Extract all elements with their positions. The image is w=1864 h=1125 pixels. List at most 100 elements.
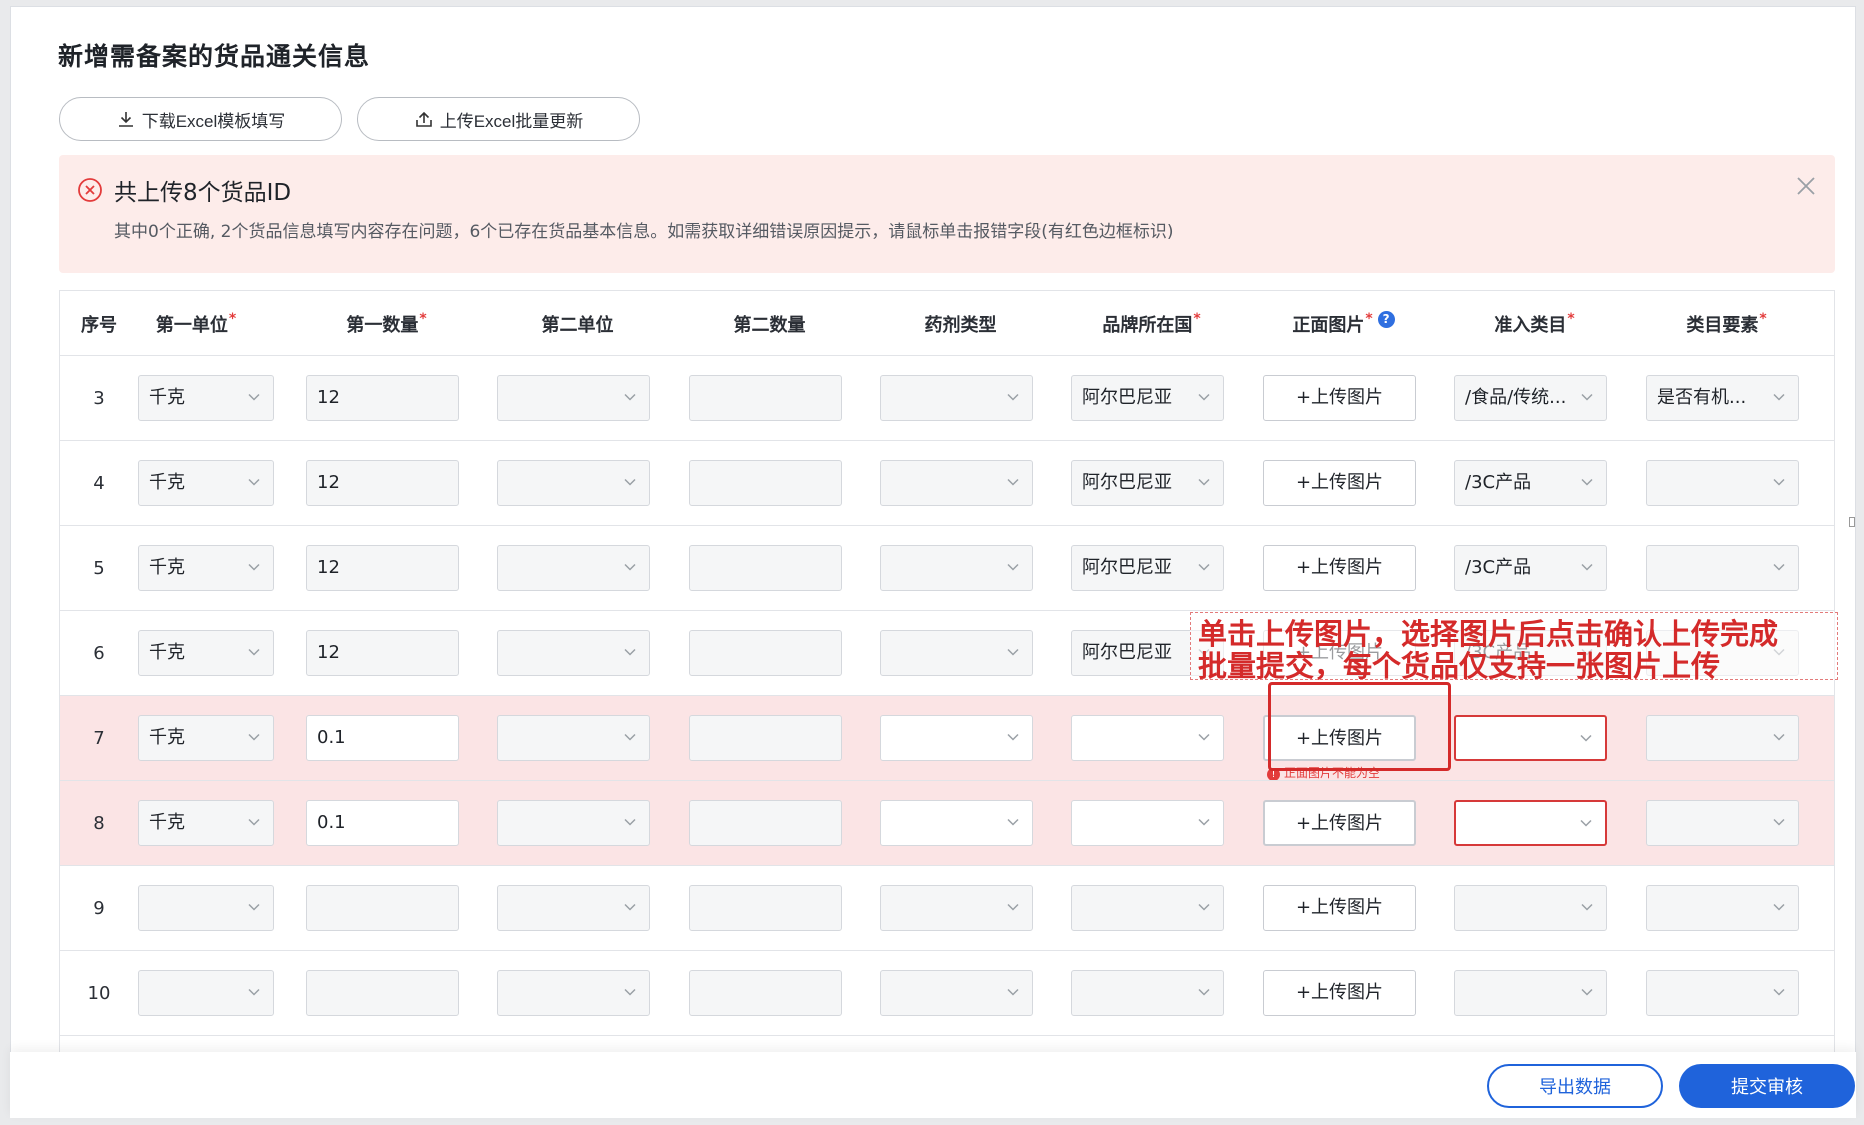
dosage-select[interactable] [880,885,1033,931]
chevron-down-icon [248,988,260,996]
unit1-select[interactable]: 千克 [138,460,274,506]
chevron-down-icon [624,988,636,996]
dosage-select[interactable] [880,375,1033,421]
unit1-select[interactable]: 千克 [138,375,274,421]
category-select[interactable] [1454,715,1607,761]
qty1-input[interactable]: 0.1 [306,715,459,761]
chevron-down-icon [1581,903,1593,911]
upload-icon [415,111,432,127]
qty2-input[interactable] [689,630,842,676]
category-select[interactable]: /食品/传统... [1454,375,1607,421]
upload-image-button[interactable]: +上传图片 [1263,375,1416,421]
chevron-down-icon [1580,819,1592,827]
upload-image-button[interactable]: +上传图片 [1263,970,1416,1016]
elements-select[interactable] [1646,970,1799,1016]
upload-highlight-box [1268,682,1451,771]
chevron-down-icon [624,733,636,741]
dosage-select[interactable] [880,800,1033,846]
elements-select[interactable]: 是否有机... [1646,375,1799,421]
upload-image-button[interactable]: +上传图片 [1263,800,1416,846]
chevron-down-icon [1773,478,1785,486]
qty1-input[interactable] [306,885,459,931]
upload-image-button[interactable]: +上传图片 [1263,545,1416,591]
table-header: 序号 第一单位* 第一数量* 第二单位 第二数量 药剂类型 品牌所在国* 正面图… [60,291,1834,355]
upload-excel-button[interactable]: 上传Excel批量更新 [357,97,640,141]
elements-select[interactable] [1646,800,1799,846]
close-icon[interactable] [1795,175,1817,197]
category-select[interactable]: /3C产品 [1454,460,1607,506]
dosage-select[interactable] [880,460,1033,506]
header-qty2: 第二数量 [733,315,806,336]
qty1-input[interactable]: 12 [306,545,459,591]
category-select[interactable] [1454,800,1607,846]
resize-handle[interactable] [1849,517,1855,527]
upload-image-button[interactable]: +上传图片 [1263,885,1416,931]
unit2-select[interactable] [497,460,650,506]
row-number: 6 [93,643,105,664]
submit-review-button[interactable]: 提交审核 [1679,1064,1855,1108]
unit2-select[interactable] [497,545,650,591]
unit1-select[interactable]: 千克 [138,715,274,761]
chevron-down-icon [1198,563,1210,571]
table-row: 7 千克 0.1 +上传图片! 正面图片不能为空 [60,695,1834,781]
brand-country-select[interactable] [1071,800,1224,846]
chevron-down-icon [1581,988,1593,996]
brand-country-select[interactable] [1071,715,1224,761]
category-select[interactable] [1454,970,1607,1016]
qty2-input[interactable] [689,460,842,506]
unit1-select[interactable] [138,970,274,1016]
qty2-input[interactable] [689,800,842,846]
table-row: 4 千克 12 阿尔巴尼亚 +上传图片/3C产品 [60,440,1834,525]
unit1-select[interactable]: 千克 [138,545,274,591]
chevron-down-icon [248,818,260,826]
unit1-select[interactable] [138,885,274,931]
qty2-input[interactable] [689,545,842,591]
unit2-select[interactable] [497,630,650,676]
brand-country-select[interactable]: 阿尔巴尼亚 [1071,545,1224,591]
help-icon[interactable]: ? [1377,311,1395,328]
chevron-down-icon [1198,478,1210,486]
dosage-select[interactable] [880,630,1033,676]
qty2-input[interactable] [689,885,842,931]
unit2-select[interactable] [497,800,650,846]
unit2-select[interactable] [497,885,650,931]
qty1-input[interactable]: 12 [306,630,459,676]
header-qty1: 第一数量* [346,311,427,336]
category-select[interactable]: /3C产品 [1454,545,1607,591]
download-excel-template-button[interactable]: 下载Excel模板填写 [59,97,342,141]
category-select[interactable] [1454,885,1607,931]
header-category: 准入类目* [1494,311,1575,336]
instruction-annotation: 单击上传图片，选择图片后点击确认上传完成 批量提交，每个货品仅支持一张图片上传 [1190,612,1838,683]
qty1-input[interactable]: 12 [306,375,459,421]
unit2-select[interactable] [497,715,650,761]
brand-country-select[interactable]: 阿尔巴尼亚 [1071,375,1224,421]
unit1-select[interactable]: 千克 [138,630,274,676]
unit2-select[interactable] [497,375,650,421]
unit2-select[interactable] [497,970,650,1016]
chevron-down-icon [248,648,260,656]
elements-select[interactable] [1646,545,1799,591]
chevron-down-icon [1198,903,1210,911]
chevron-down-icon [248,478,260,486]
dosage-select[interactable] [880,545,1033,591]
elements-select[interactable] [1646,460,1799,506]
qty2-input[interactable] [689,715,842,761]
brand-country-select[interactable] [1071,970,1224,1016]
dosage-select[interactable] [880,970,1033,1016]
qty2-input[interactable] [689,375,842,421]
export-data-button[interactable]: 导出数据 [1487,1064,1663,1108]
qty2-input[interactable] [689,970,842,1016]
elements-select[interactable] [1646,715,1799,761]
qty1-input[interactable] [306,970,459,1016]
chevron-down-icon [1007,478,1019,486]
brand-country-select[interactable]: 阿尔巴尼亚 [1071,460,1224,506]
dosage-select[interactable] [880,715,1033,761]
unit1-select[interactable]: 千克 [138,800,274,846]
qty1-input[interactable]: 0.1 [306,800,459,846]
qty1-input[interactable]: 12 [306,460,459,506]
header-brand-country: 品牌所在国* [1102,311,1201,336]
elements-select[interactable] [1646,885,1799,931]
upload-image-button[interactable]: +上传图片 [1263,460,1416,506]
annotation-line-2: 批量提交，每个货品仅支持一张图片上传 [1198,649,1721,683]
brand-country-select[interactable] [1071,885,1224,931]
